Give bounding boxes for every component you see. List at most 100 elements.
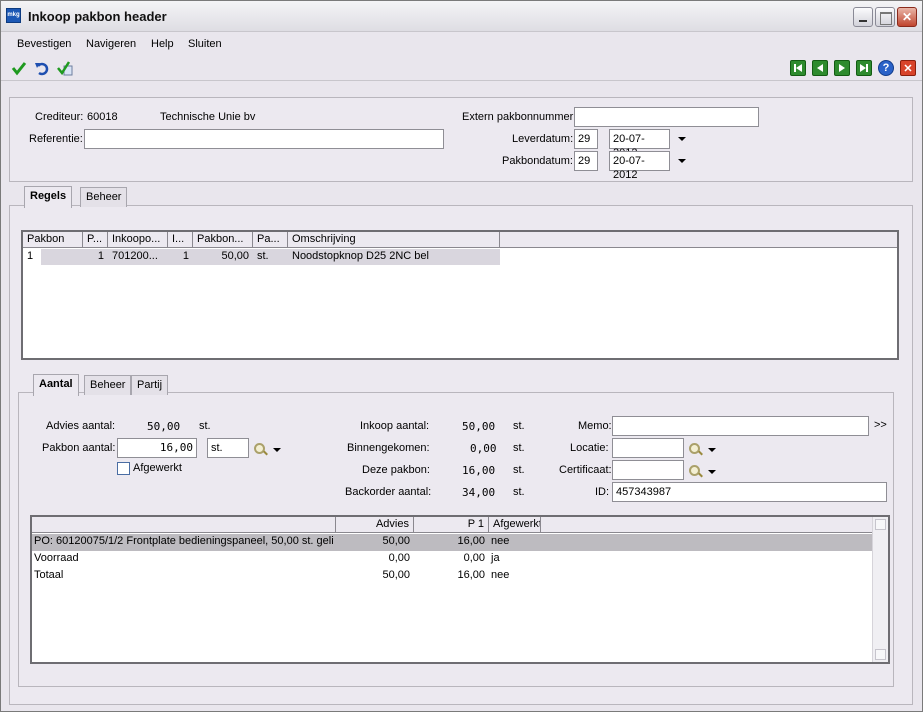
table-row[interactable]: 1 1 701200... 1 50,00 st. Noodstopknop D… [27, 249, 500, 265]
menu-help[interactable]: Help [151, 38, 174, 50]
certificaat-input[interactable] [612, 460, 684, 480]
search-icon[interactable] [689, 465, 700, 476]
undo-button[interactable] [34, 60, 50, 76]
window-title: Inkoop pakbon header [28, 9, 167, 24]
col-p[interactable]: P... [83, 232, 108, 248]
crediteur-name: Technische Unie bv [160, 111, 256, 123]
col-omschrijving[interactable]: Omschrijving [288, 232, 500, 248]
certificaat-dropdown-icon[interactable] [708, 470, 716, 474]
memo-expand-button[interactable]: >> [874, 419, 887, 431]
cell-pa: st. [257, 250, 269, 262]
col-advies[interactable]: Advies [336, 517, 414, 533]
maximize-button[interactable] [875, 7, 895, 27]
col-i[interactable]: I... [168, 232, 193, 248]
cell-p1: 16,00 [457, 569, 485, 581]
app-icon: mkg [6, 8, 21, 23]
col-inkooporder[interactable]: Inkoopo... [108, 232, 168, 248]
extern-pakbonnummer-label: Extern pakbonnummer: [462, 111, 577, 123]
cell-omschrijving: Noodstopknop D25 2NC bel [292, 250, 429, 262]
backorder-aantal-label: Backorder aantal: [345, 486, 432, 498]
aantal-tab-panel: Advies aantal: 50,00 st. Pakbon aantal: … [18, 392, 894, 687]
menu-sluiten[interactable]: Sluiten [188, 38, 222, 50]
minimize-icon [854, 8, 872, 26]
cell-p1: 0,00 [463, 552, 485, 564]
table-row[interactable]: Voorraad 0,00 0,00 ja [32, 551, 872, 568]
search-icon[interactable] [254, 443, 265, 454]
title-bar[interactable]: mkg Inkoop pakbon header ✕ [1, 1, 922, 32]
col-description[interactable] [32, 517, 336, 533]
summary-grid[interactable]: Advies P 1 Afgewerkt PO: 60120075/1/2 Fr… [30, 515, 890, 664]
scroll-up-icon[interactable] [875, 519, 886, 530]
id-label: ID: [595, 486, 610, 498]
lines-grid-header: Pakbon P... Inkoopo... I... Pakbon... Pa… [23, 232, 897, 248]
check-list-icon [57, 61, 73, 76]
confirm-close-button[interactable] [57, 60, 73, 76]
vertical-scrollbar[interactable] [872, 517, 888, 662]
backorder-aantal-value: 34,00 [462, 486, 496, 499]
cell-description: Totaal [34, 569, 64, 581]
col-pakbon[interactable]: Pakbon [23, 232, 83, 248]
crediteur-label: Crediteur: [35, 111, 84, 123]
afgewerkt-checkbox[interactable] [117, 462, 130, 475]
col-p1[interactable]: P 1 [414, 517, 489, 533]
first-record-button[interactable] [790, 60, 806, 76]
lines-grid[interactable]: Pakbon P... Inkoopo... I... Pakbon... Pa… [21, 230, 899, 360]
locatie-input[interactable] [612, 438, 684, 458]
cell-afgewerkt: nee [491, 535, 510, 547]
cell-description: Voorraad [34, 552, 79, 564]
col-pa[interactable]: Pa... [253, 232, 288, 248]
pakbon-aantal-input[interactable]: 16,00 [117, 438, 197, 458]
checkmark-icon [11, 62, 27, 76]
col-afgewerkt[interactable]: Afgewerkt [489, 517, 541, 533]
last-record-button[interactable] [856, 60, 872, 76]
table-row[interactable]: PO: 60120075/1/2 Frontplate bedieningspa… [32, 534, 872, 551]
menu-navigeren[interactable]: Navigeren [86, 38, 136, 50]
backorder-aantal-unit: st. [513, 486, 525, 498]
leverdatum-week-input[interactable]: 29 [574, 129, 598, 149]
next-record-button[interactable] [834, 60, 850, 76]
pakbon-unit-input[interactable]: st. [207, 438, 249, 458]
tab-partij[interactable]: Partij [131, 375, 169, 395]
col-pakbon-aantal[interactable]: Pakbon... [193, 232, 253, 248]
cell-afgewerkt: ja [491, 552, 500, 564]
toolbar [1, 56, 922, 81]
leverdatum-dropdown-icon[interactable] [678, 137, 686, 141]
previous-record-button[interactable] [812, 60, 828, 76]
pakbondatum-week-input[interactable]: 29 [574, 151, 598, 171]
locatie-label: Locatie: [570, 442, 609, 454]
leverdatum-date-input[interactable]: 20-07-2012 [609, 129, 670, 159]
first-icon [794, 64, 802, 72]
id-input[interactable]: 457343987 [612, 482, 887, 502]
cell-advies: 50,00 [382, 535, 410, 547]
maximize-icon [876, 8, 894, 26]
cell-inkooporder: 701200... [112, 250, 158, 262]
exit-button[interactable]: ✕ [900, 60, 916, 76]
cell-advies: 0,00 [388, 552, 410, 564]
tab-aantal[interactable]: Aantal [33, 374, 79, 396]
locatie-dropdown-icon[interactable] [708, 448, 716, 452]
menu-bevestigen[interactable]: Bevestigen [17, 38, 71, 50]
referentie-input[interactable] [84, 129, 444, 149]
next-icon [839, 64, 845, 72]
close-window-button[interactable]: ✕ [897, 7, 917, 27]
search-icon[interactable] [689, 443, 700, 454]
pakbondatum-dropdown-icon[interactable] [678, 159, 686, 163]
memo-input[interactable] [612, 416, 869, 436]
scroll-down-icon[interactable] [875, 649, 886, 660]
pakbondatum-date-input[interactable]: 20-07-2012 [609, 151, 670, 181]
table-row[interactable]: Totaal 50,00 16,00 nee [32, 568, 872, 585]
tab-beheer[interactable]: Beheer [80, 187, 128, 207]
window: mkg Inkoop pakbon header ✕ Bevestigen Na… [0, 0, 923, 712]
inkoop-aantal-unit: st. [513, 420, 525, 432]
tab-regels[interactable]: Regels [24, 186, 73, 208]
confirm-button[interactable] [11, 60, 27, 76]
deze-pakbon-value: 16,00 [462, 464, 496, 477]
last-icon [860, 64, 868, 72]
help-button[interactable]: ? [878, 60, 894, 76]
minimize-button[interactable] [853, 7, 873, 27]
tab-beheer-bottom[interactable]: Beheer [84, 375, 132, 395]
certificaat-label: Certificaat: [559, 464, 612, 476]
extern-pakbonnummer-input[interactable] [574, 107, 759, 127]
pakbon-unit-dropdown-icon[interactable] [273, 448, 281, 452]
header-panel: Crediteur: 60018 Technische Unie bv Refe… [9, 97, 913, 182]
